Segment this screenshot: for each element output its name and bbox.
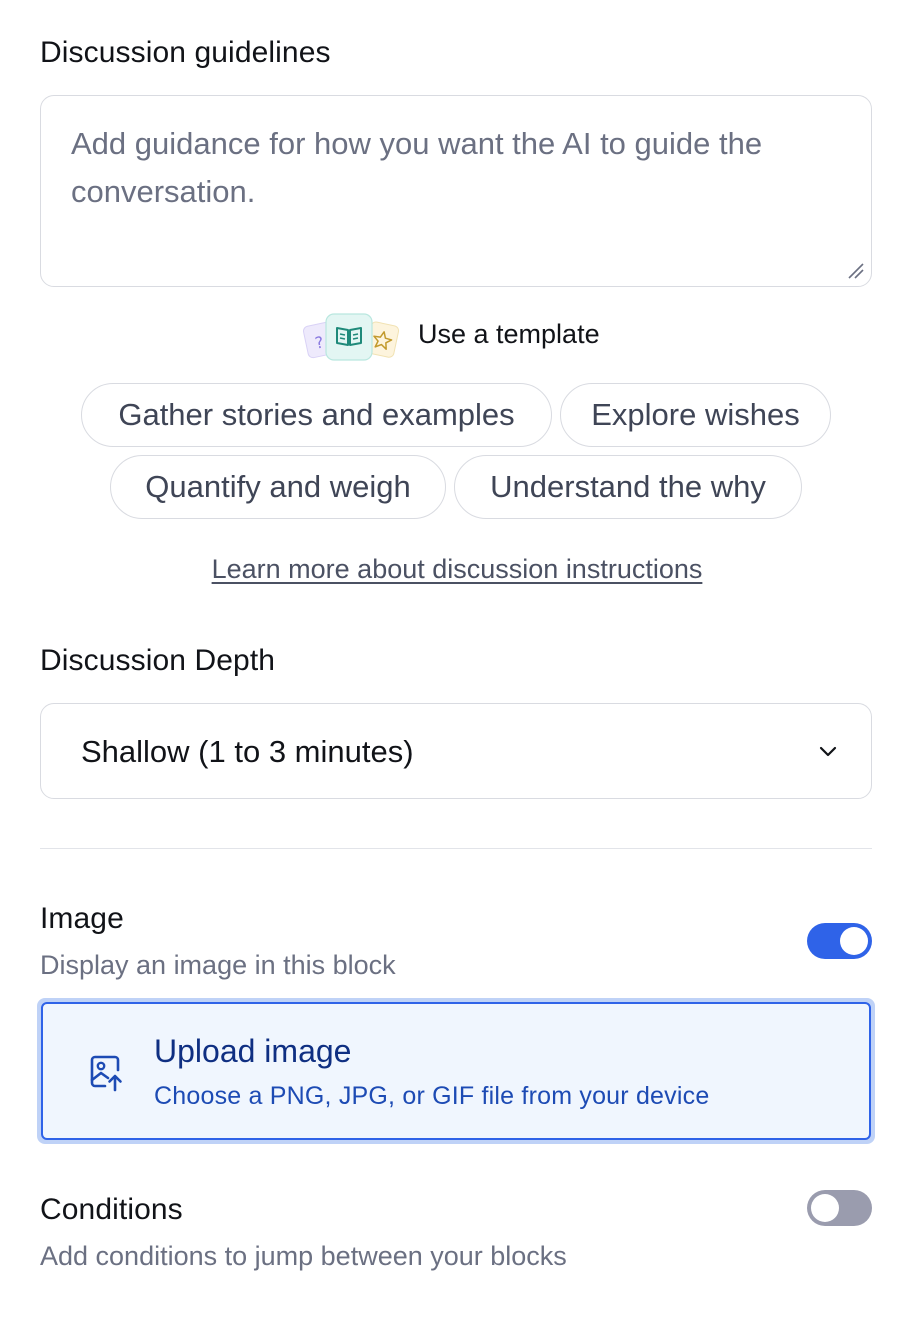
template-cards-icon: ?: [302, 313, 400, 361]
depth-select-value: Shallow (1 to 3 minutes): [81, 734, 414, 769]
template-chip-quantify-weigh[interactable]: Quantify and weigh: [110, 455, 446, 519]
guidelines-field-container: [40, 95, 872, 287]
guidelines-title: Discussion guidelines: [40, 36, 331, 69]
upload-image-description: Choose a PNG, JPG, or GIF file from your…: [154, 1082, 710, 1110]
image-title: Image: [40, 902, 124, 935]
template-chip-explore-wishes[interactable]: Explore wishes: [560, 383, 831, 447]
use-template-label: Use a template: [418, 319, 600, 349]
image-upload-icon: [90, 1055, 122, 1092]
image-subtitle: Display an image in this block: [40, 950, 396, 980]
toggle-knob: [811, 1194, 839, 1222]
section-divider: [40, 848, 872, 849]
template-chip-understand-why[interactable]: Understand the why: [454, 455, 802, 519]
use-template-row[interactable]: ? Use a template: [0, 310, 914, 362]
template-chip-gather-stories[interactable]: Gather stories and examples: [81, 383, 552, 447]
upload-image-focus-ring: Upload image Choose a PNG, JPG, or GIF f…: [37, 998, 875, 1144]
guidelines-textarea[interactable]: [71, 120, 841, 262]
learn-more-link[interactable]: Learn more about discussion instructions: [0, 554, 914, 585]
depth-title: Discussion Depth: [40, 644, 276, 677]
upload-image-button[interactable]: Upload image Choose a PNG, JPG, or GIF f…: [41, 1002, 871, 1140]
depth-select[interactable]: Shallow (1 to 3 minutes): [40, 703, 872, 799]
image-toggle[interactable]: [807, 923, 872, 959]
upload-image-title: Upload image: [154, 1033, 352, 1069]
toggle-knob: [840, 927, 868, 955]
conditions-toggle[interactable]: [807, 1190, 872, 1226]
conditions-subtitle: Add conditions to jump between your bloc…: [40, 1241, 567, 1271]
resize-handle-icon[interactable]: [845, 260, 865, 280]
chevron-down-icon: [819, 746, 837, 757]
conditions-title: Conditions: [40, 1193, 183, 1226]
